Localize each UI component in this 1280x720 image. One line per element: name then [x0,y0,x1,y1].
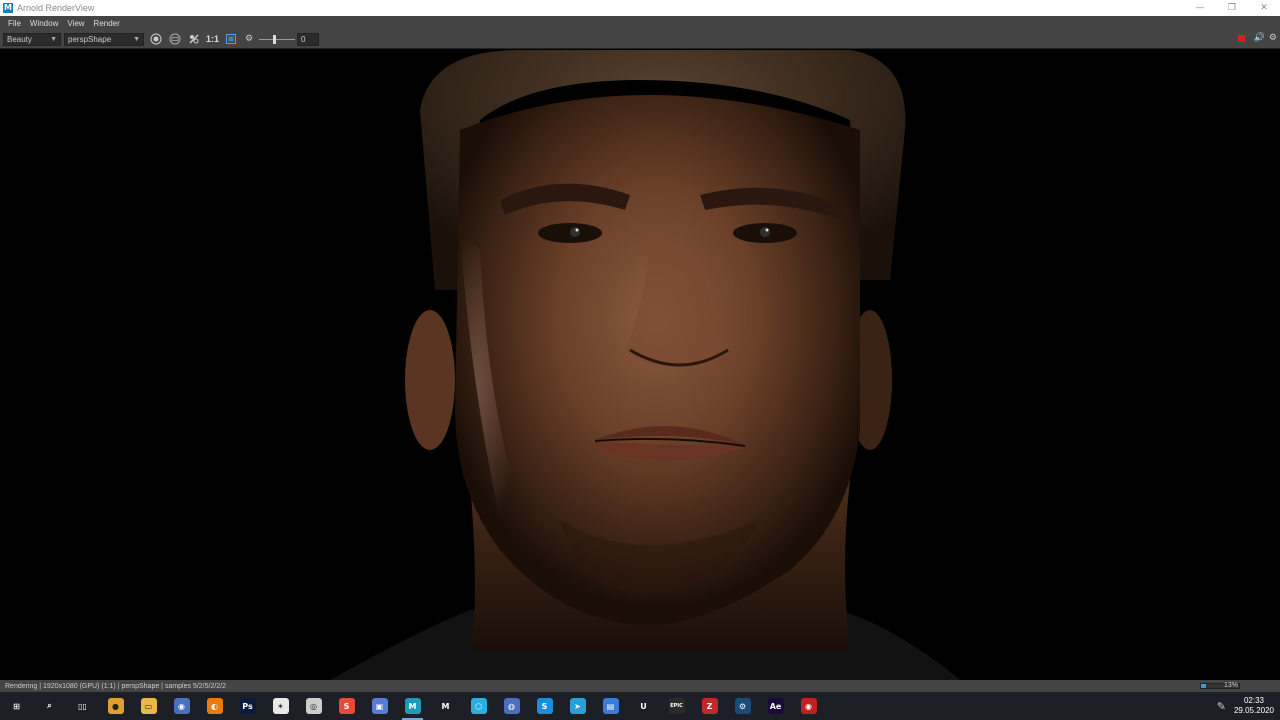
chevron-down-icon: ▼ [50,35,57,43]
taskbar-inkscape[interactable]: ✶ [264,692,297,720]
taskbar-windows-start[interactable]: ⊞ [0,692,33,720]
progress-fill [1201,684,1206,688]
menu-file[interactable]: File [8,19,21,28]
clock-date: 29.05.2020 [1233,706,1274,715]
ratio-button[interactable]: 1:1 [206,34,219,44]
title-bar: M Arnold RenderView — ❐ ✕ [0,0,1280,16]
taskbar-mari[interactable]: M [429,692,462,720]
taskbar-substance[interactable]: S [330,692,363,720]
after-effects-icon: Ae [767,698,784,714]
mari-icon: M [437,698,454,714]
save-app-icon: ▣ [371,698,388,714]
settings-icon[interactable]: ⚙ [1269,33,1277,43]
search-icon: ⌕ [41,698,58,714]
camera-app-icon: ◎ [305,698,322,714]
taskbar-app-circle[interactable]: ◉ [165,692,198,720]
windows-start-icon: ⊞ [8,698,25,714]
obs-icon: ◉ [800,698,817,714]
slider-track [259,38,296,40]
toolbar: Beauty ▼ perspShape ▼ 1:1 ⚙ 0 [0,30,1280,49]
monitor-app-icon: ▤ [602,698,619,714]
restore-button[interactable]: ❐ [1216,0,1248,16]
taskbar-after-effects[interactable]: Ae [759,692,792,720]
stop-render-icon[interactable] [1237,34,1245,42]
camera-dropdown[interactable]: perspShape ▼ [64,32,144,46]
compare-icon[interactable] [187,33,201,46]
taskbar-chrome[interactable]: ● [99,692,132,720]
render-viewport[interactable] [0,50,1280,680]
taskbar-obs[interactable]: ◉ [792,692,825,720]
maya-icon: M [3,3,13,13]
taskbar-unreal[interactable]: U [627,692,660,720]
taskbar-epic[interactable]: EPIC [660,692,693,720]
render-image [0,50,1280,680]
taskbar-skype[interactable]: S [528,692,561,720]
taskbar-save-app[interactable]: ▣ [363,692,396,720]
file-explorer-icon: ▭ [140,698,157,714]
clock[interactable]: 02:33 29.05.2020 [1234,696,1274,716]
aov-dropdown[interactable]: Beauty ▼ [3,32,61,46]
task-view-icon: ▯▯ [74,698,91,714]
photoshop-icon: Ps [239,698,256,714]
skype-icon: S [536,698,553,714]
menu-bar: File Window View Render [0,16,1280,30]
frame-icon[interactable] [224,33,238,46]
taskbar-camera-app[interactable]: ◎ [297,692,330,720]
taskbar-filezilla[interactable]: Z [693,692,726,720]
taskbar-monitor-app[interactable]: ▤ [594,692,627,720]
taskbar: ⊞ ⌕ ▯▯ ● ▭ ◉ ◐ Ps ✶ ◎ S ▣ M M ⬡ ◍ S ➤ ▤ U EPIC Z ⚙ Ae ◉ [0,692,1280,720]
exposure-field[interactable]: 0 [297,32,320,46]
chevron-down-icon: ▼ [133,35,140,43]
menu-window[interactable]: Window [30,19,58,28]
taskbar-task-view[interactable]: ▯▯ [66,692,99,720]
render-region-icon[interactable] [149,33,163,46]
camera-dropdown-value: perspShape [68,34,112,44]
telegram-icon: ➤ [569,698,586,714]
steam-icon: ⚙ [734,698,751,714]
menu-render[interactable]: Render [94,19,120,28]
slider-thumb[interactable] [273,34,277,44]
unreal-icon: U [635,698,652,714]
maya-icon: M [404,698,421,714]
taskbar-app-cyan[interactable]: ⬡ [462,692,495,720]
status-text: Rendering | 1920x1080 (GPU) (1:1) | pers… [5,682,227,690]
taskbar-photoshop[interactable]: Ps [231,692,264,720]
window-controls: — ❐ ✕ [1184,0,1280,16]
close-button[interactable]: ✕ [1248,0,1280,16]
chrome-icon: ● [107,698,124,714]
system-tray: ✎ 02:33 29.05.2020 [1217,692,1280,720]
epic-icon: EPIC [668,698,685,714]
substance-icon: S [338,698,355,714]
taskbar-steam[interactable]: ⚙ [726,692,759,720]
pen-icon[interactable]: ✎ [1217,700,1226,713]
menu-view[interactable]: View [67,19,84,28]
taskbar-discord[interactable]: ◍ [495,692,528,720]
speaker-icon[interactable]: 🔊 [1254,33,1265,43]
app-cyan-icon: ⬡ [470,698,487,714]
discord-icon: ◍ [503,698,520,714]
window-title: Arnold RenderView [17,3,95,13]
taskbar-file-explorer[interactable]: ▭ [132,692,165,720]
exposure-slider[interactable] [259,33,296,46]
minimize-button[interactable]: — [1184,0,1216,16]
toolbar-right: 🔊 ⚙ [1237,33,1277,43]
taskbar-telegram[interactable]: ➤ [561,692,594,720]
progress-label: 13% [1224,682,1239,689]
taskbar-blender[interactable]: ◐ [198,692,231,720]
blender-icon: ◐ [206,698,223,714]
clock-time: 02:33 [1243,696,1264,705]
taskbar-search[interactable]: ⌕ [33,692,66,720]
filezilla-icon: Z [701,698,718,714]
crop-region-icon[interactable] [168,33,182,46]
app-circle-icon: ◉ [173,698,190,714]
aov-dropdown-value: Beauty [7,34,32,44]
status-bar: Rendering | 1920x1080 (GPU) (1:1) | pers… [0,680,1280,692]
inkscape-icon: ✶ [272,698,289,714]
taskbar-maya[interactable]: M [396,692,429,720]
gear-icon[interactable]: ⚙ [243,33,255,46]
